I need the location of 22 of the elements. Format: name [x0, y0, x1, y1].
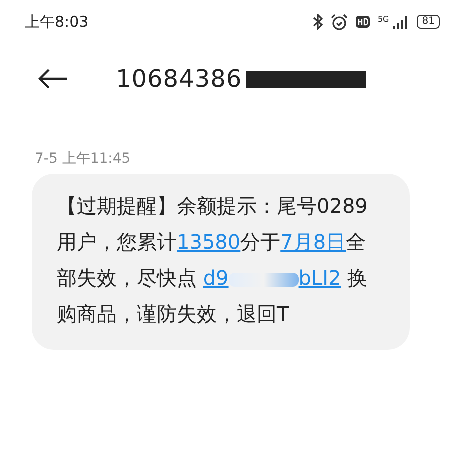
message-text: 部失效，尽快点 [57, 266, 198, 290]
message-timestamp: 7-5 上午11:45 [35, 150, 132, 169]
contact-title: 10684386 [116, 64, 242, 95]
signal-icon [393, 16, 410, 28]
message-link[interactable]: 7月8日 [280, 230, 346, 254]
back-icon[interactable] [38, 69, 68, 89]
redaction-smear [228, 272, 299, 287]
network-label: 5G [378, 16, 390, 24]
message-text: 购商品，谨防失效，退回T [57, 302, 290, 326]
battery-level: 81 [417, 15, 440, 29]
message-link[interactable]: d9 [203, 266, 229, 290]
hd-icon [356, 16, 370, 28]
message-text: 用户，您累计 [57, 230, 177, 254]
status-time: 上午8:03 [25, 12, 89, 33]
message-link[interactable]: 13580 [177, 230, 241, 254]
alarm-icon [330, 14, 348, 30]
message-text: 分于 [240, 230, 281, 254]
message-text: 换 [346, 266, 368, 290]
message-link[interactable]: bLI2 [298, 266, 342, 290]
message-text: 【过期提醒】余额提示：尾号0289 [57, 194, 368, 218]
bluetooth-icon [312, 14, 323, 30]
message-text: 全 [346, 230, 366, 254]
